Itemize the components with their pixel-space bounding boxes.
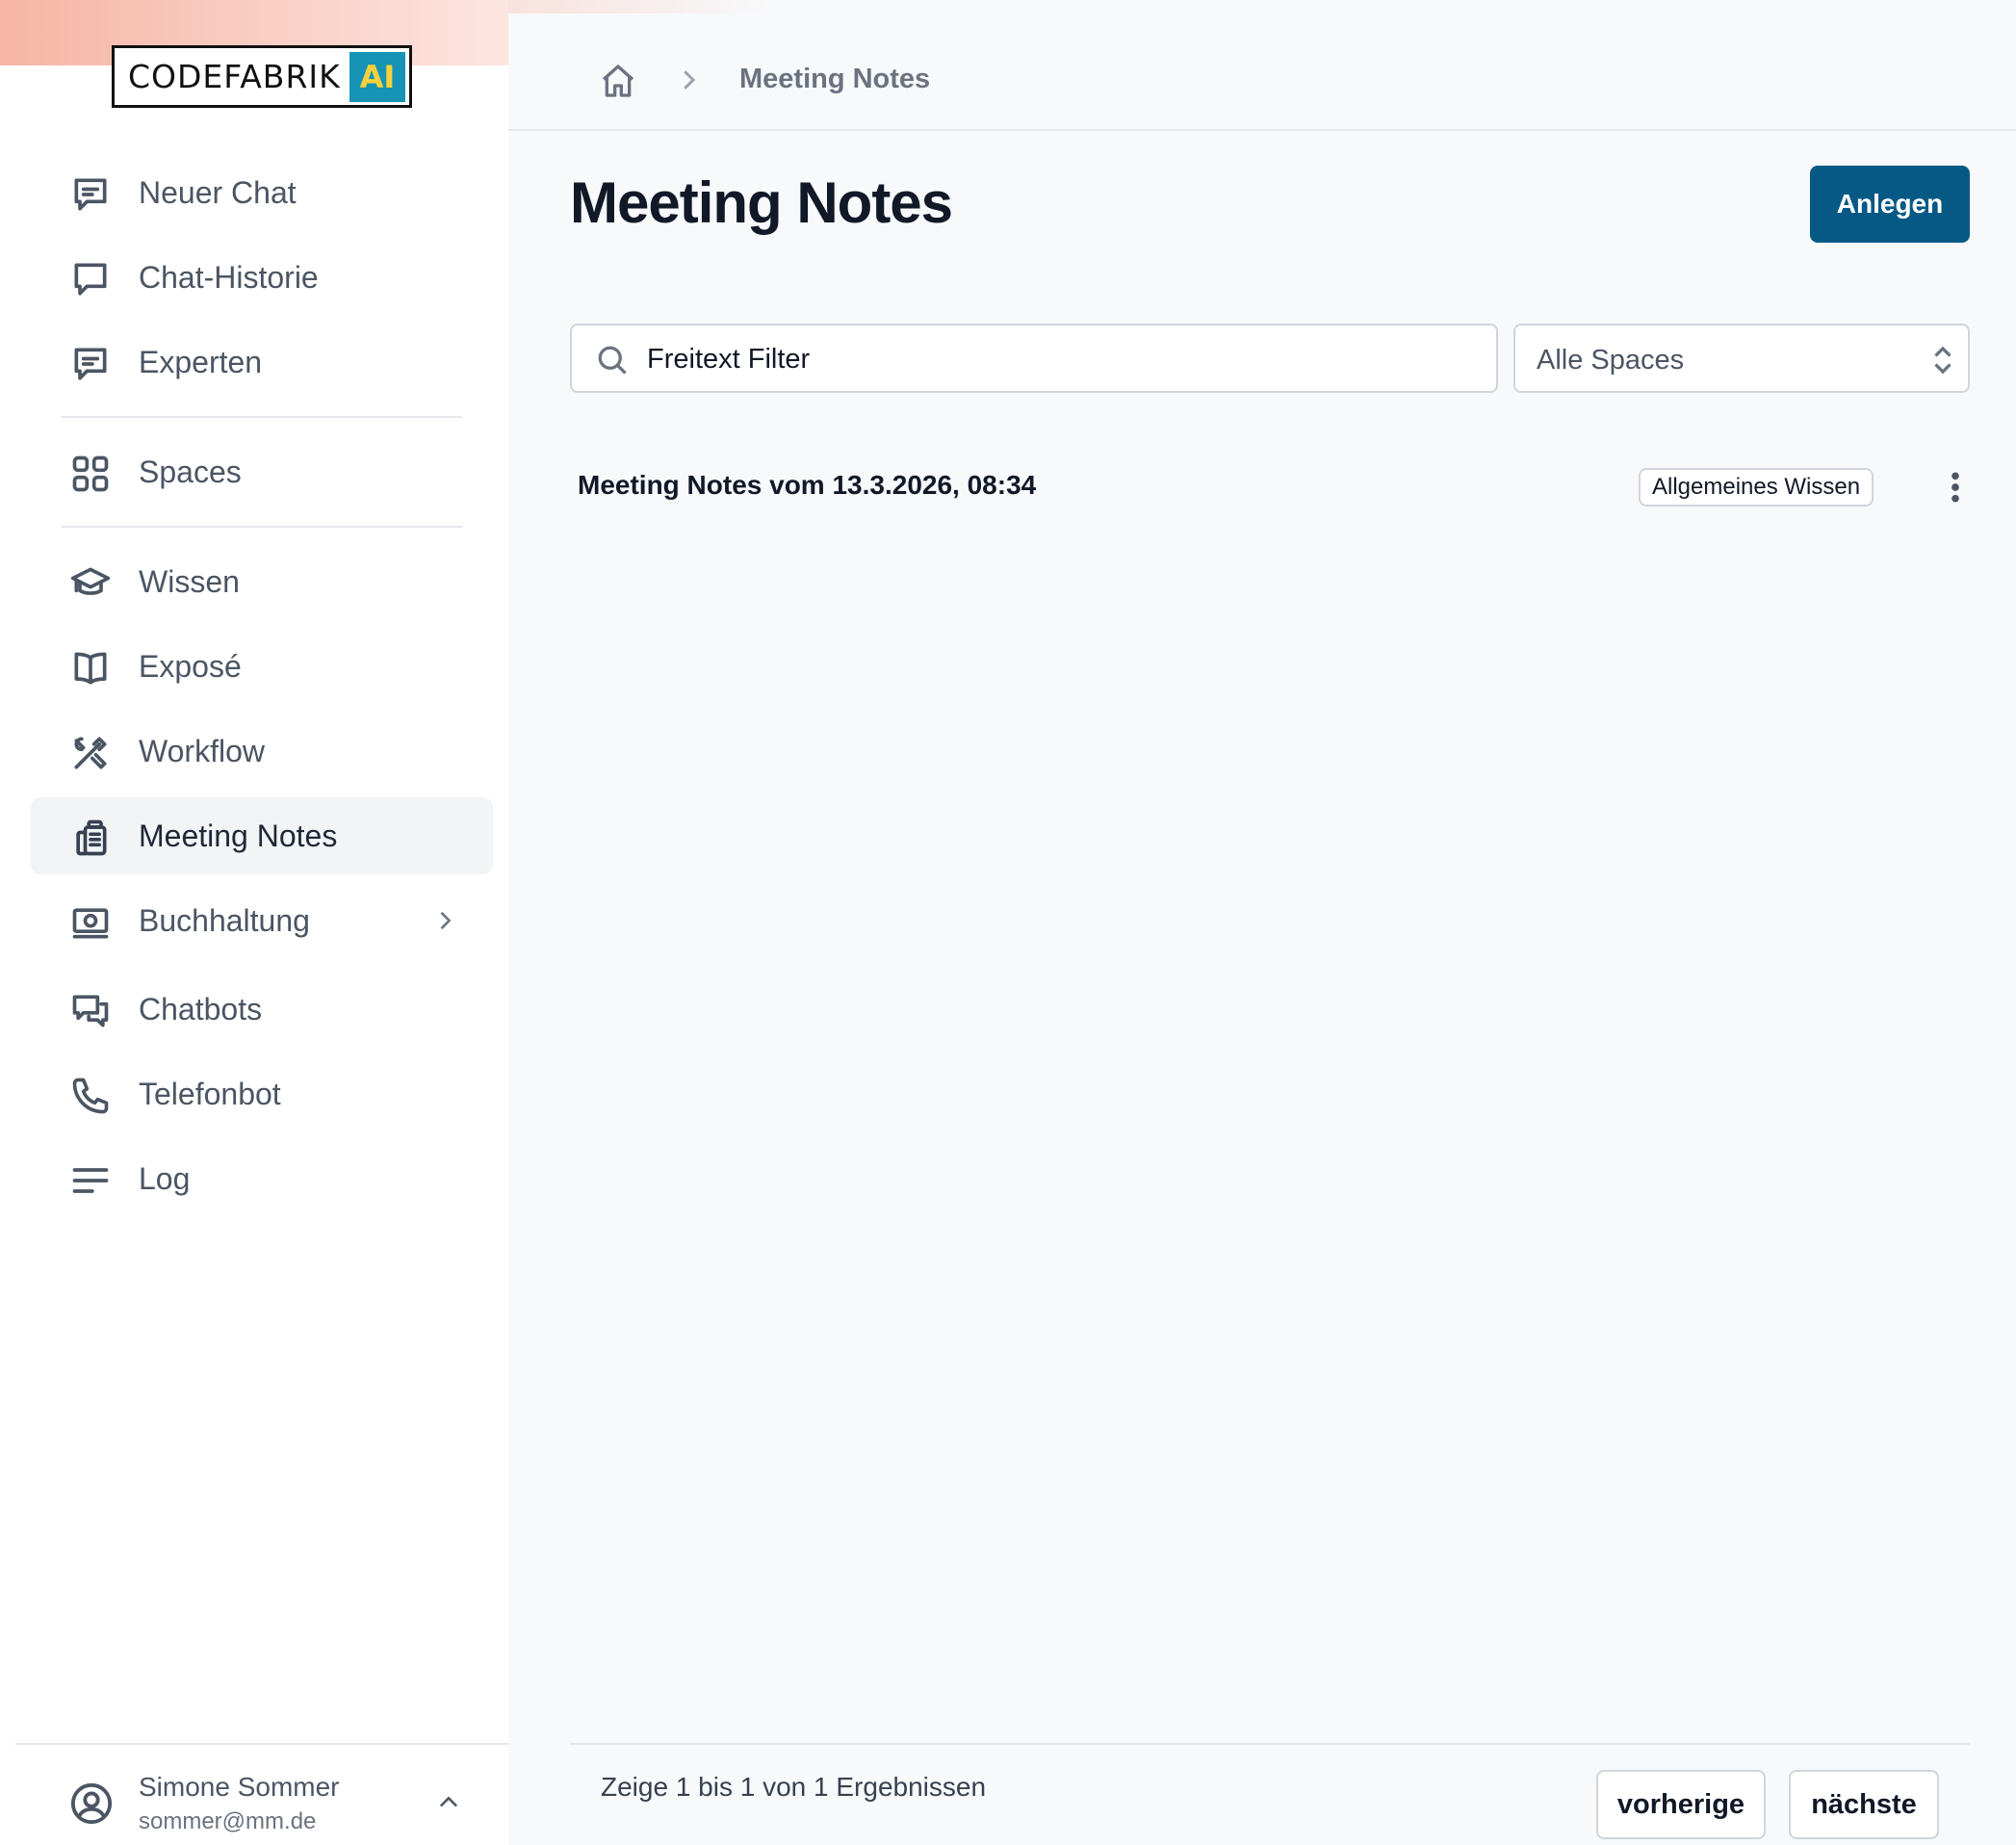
book-open-icon [69, 647, 112, 689]
sidebar-item-wissen[interactable]: Wissen [31, 543, 493, 620]
user-email: sommer@mm.de [139, 1808, 317, 1834]
logo-badge: AI [349, 51, 405, 102]
sidebar-item-chat-historie[interactable]: Chat-Historie [31, 239, 493, 316]
bars-icon [69, 1159, 112, 1202]
sidebar-item-expose[interactable]: Exposé [31, 628, 493, 705]
sidebar-divider [62, 416, 462, 418]
search-icon [595, 343, 630, 377]
academic-cap-icon [69, 562, 112, 605]
clipboard-document-icon [69, 817, 112, 859]
search-box[interactable] [570, 324, 1498, 393]
chat-bubble-lines-icon [69, 173, 112, 216]
logo-text: CODEFABRIK [128, 58, 341, 95]
user-name: Simone Sommer [139, 1772, 340, 1802]
sidebar-item-label: Spaces [139, 454, 242, 489]
sidebar-item-label: Log [139, 1160, 191, 1196]
sidebar-item-label: Buchhaltung [139, 902, 310, 938]
home-icon[interactable] [599, 62, 637, 100]
chevron-up-icon[interactable] [435, 1789, 462, 1816]
pagination-divider [570, 1743, 1970, 1745]
sidebar-item-label: Experten [139, 344, 263, 379]
user-divider [15, 1743, 508, 1745]
list-item[interactable]: Meeting Notes vom 13.3.2026, 08:34 Allge… [570, 455, 1970, 522]
sidebar-item-chatbots[interactable]: Chatbots [31, 971, 493, 1048]
page-title: Meeting Notes [570, 170, 953, 235]
sidebar-item-label: Neuer Chat [139, 174, 297, 210]
chat-bubble-icon [69, 258, 112, 300]
breadcrumb: Meeting Notes [508, 13, 2016, 131]
search-input[interactable] [647, 337, 1475, 381]
sidebar-item-meeting-notes[interactable]: Meeting Notes [31, 797, 493, 874]
sidebar-item-label: Telefonbot [139, 1076, 281, 1111]
ellipsis-vertical-icon[interactable] [1941, 466, 1970, 508]
create-button[interactable]: Anlegen [1810, 166, 1970, 243]
sidebar-item-label: Chatbots [139, 991, 263, 1026]
breadcrumb-current[interactable]: Meeting Notes [739, 64, 930, 95]
grid-icon [69, 453, 112, 495]
sidebar: CODEFABRIK AI Neuer Chat Chat-Historie E… [0, 0, 770, 1845]
sidebar-item-spaces[interactable]: Spaces [31, 433, 493, 510]
sidebar-item-workflow[interactable]: Workflow [31, 713, 493, 790]
chevron-up-down-icon [1931, 343, 1954, 377]
sidebar-item-label: Chat-Historie [139, 259, 319, 295]
sidebar-divider [62, 526, 462, 528]
sidebar-item-label: Meeting Notes [139, 818, 338, 853]
chat-bubble-lines-icon [69, 343, 112, 385]
chat-bubbles-icon [69, 990, 112, 1032]
results-summary: Zeige 1 bis 1 von 1 Ergebnissen [601, 1772, 987, 1802]
space-select[interactable]: Alle Spaces [1513, 324, 1970, 393]
sidebar-item-label: Exposé [139, 648, 242, 684]
sidebar-item-experten[interactable]: Experten [31, 324, 493, 401]
sidebar-item-label: Wissen [139, 563, 240, 599]
chevron-right-icon [674, 65, 703, 94]
previous-page-button[interactable]: vorherige [1596, 1770, 1766, 1839]
chevron-right-icon[interactable] [431, 907, 458, 934]
brand-logo[interactable]: CODEFABRIK AI [112, 45, 412, 108]
wrench-screwdriver-icon [69, 732, 112, 774]
sidebar-item-label: Workflow [139, 733, 265, 768]
sidebar-item-telefonbot[interactable]: Telefonbot [31, 1055, 493, 1132]
sidebar-item-buchhaltung[interactable]: Buchhaltung [31, 882, 493, 959]
phone-icon [69, 1075, 112, 1117]
sidebar-item-log[interactable]: Log [31, 1140, 493, 1217]
space-badge: Allgemeines Wissen [1639, 468, 1874, 507]
note-title[interactable]: Meeting Notes vom 13.3.2026, 08:34 [578, 470, 1036, 501]
next-page-button[interactable]: nächste [1789, 1770, 1939, 1839]
user-circle-icon[interactable] [69, 1781, 114, 1826]
banknotes-icon [69, 901, 112, 944]
space-select-value: Alle Spaces [1537, 345, 1685, 376]
sidebar-item-neuer-chat[interactable]: Neuer Chat [31, 154, 493, 231]
